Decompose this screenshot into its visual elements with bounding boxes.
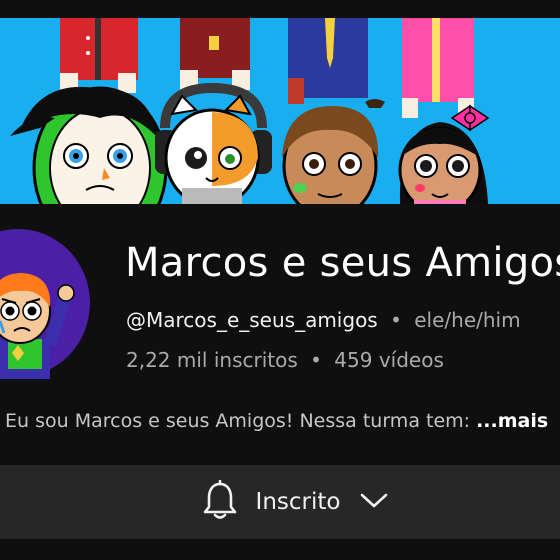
avatar-illustration <box>0 229 90 379</box>
separator-dot: • <box>390 308 402 332</box>
channel-pronouns: ele/he/him <box>414 308 521 332</box>
channel-handle-line: @Marcos_e_seus_amigos • ele/he/him <box>126 306 521 334</box>
top-bar <box>0 0 560 18</box>
bell-icon <box>202 479 256 524</box>
channel-banner <box>0 18 560 204</box>
separator-dot: • <box>310 348 322 372</box>
subscribed-label: Inscrito <box>255 489 341 515</box>
banner-character-green <box>10 18 168 204</box>
chevron-down-icon <box>360 490 388 514</box>
description-text: Eu sou Marcos e seus Amigos! Nessa turma… <box>5 410 477 432</box>
bottom-bar <box>0 539 560 560</box>
banner-character-girl <box>398 18 490 204</box>
banner-character-brown <box>282 18 385 204</box>
channel-description[interactable]: Eu sou Marcos e seus Amigos! Nessa turma… <box>5 407 548 435</box>
video-count: 459 vídeos <box>334 348 444 372</box>
subscriber-count: 2,22 mil inscritos <box>126 348 298 372</box>
banner-illustration <box>10 18 490 204</box>
channel-stats: 2,22 mil inscritos • 459 vídeos <box>126 346 444 374</box>
channel-handle[interactable]: @Marcos_e_seus_amigos <box>126 308 378 332</box>
subscribed-button-content: Inscrito <box>202 479 389 524</box>
channel-title: Marcos e seus Amigos <box>125 240 560 286</box>
description-more-link[interactable]: ...mais <box>476 410 548 432</box>
channel-avatar[interactable] <box>0 227 92 379</box>
subscribed-button[interactable]: Inscrito <box>0 465 560 539</box>
banner-character-cat <box>155 18 272 204</box>
